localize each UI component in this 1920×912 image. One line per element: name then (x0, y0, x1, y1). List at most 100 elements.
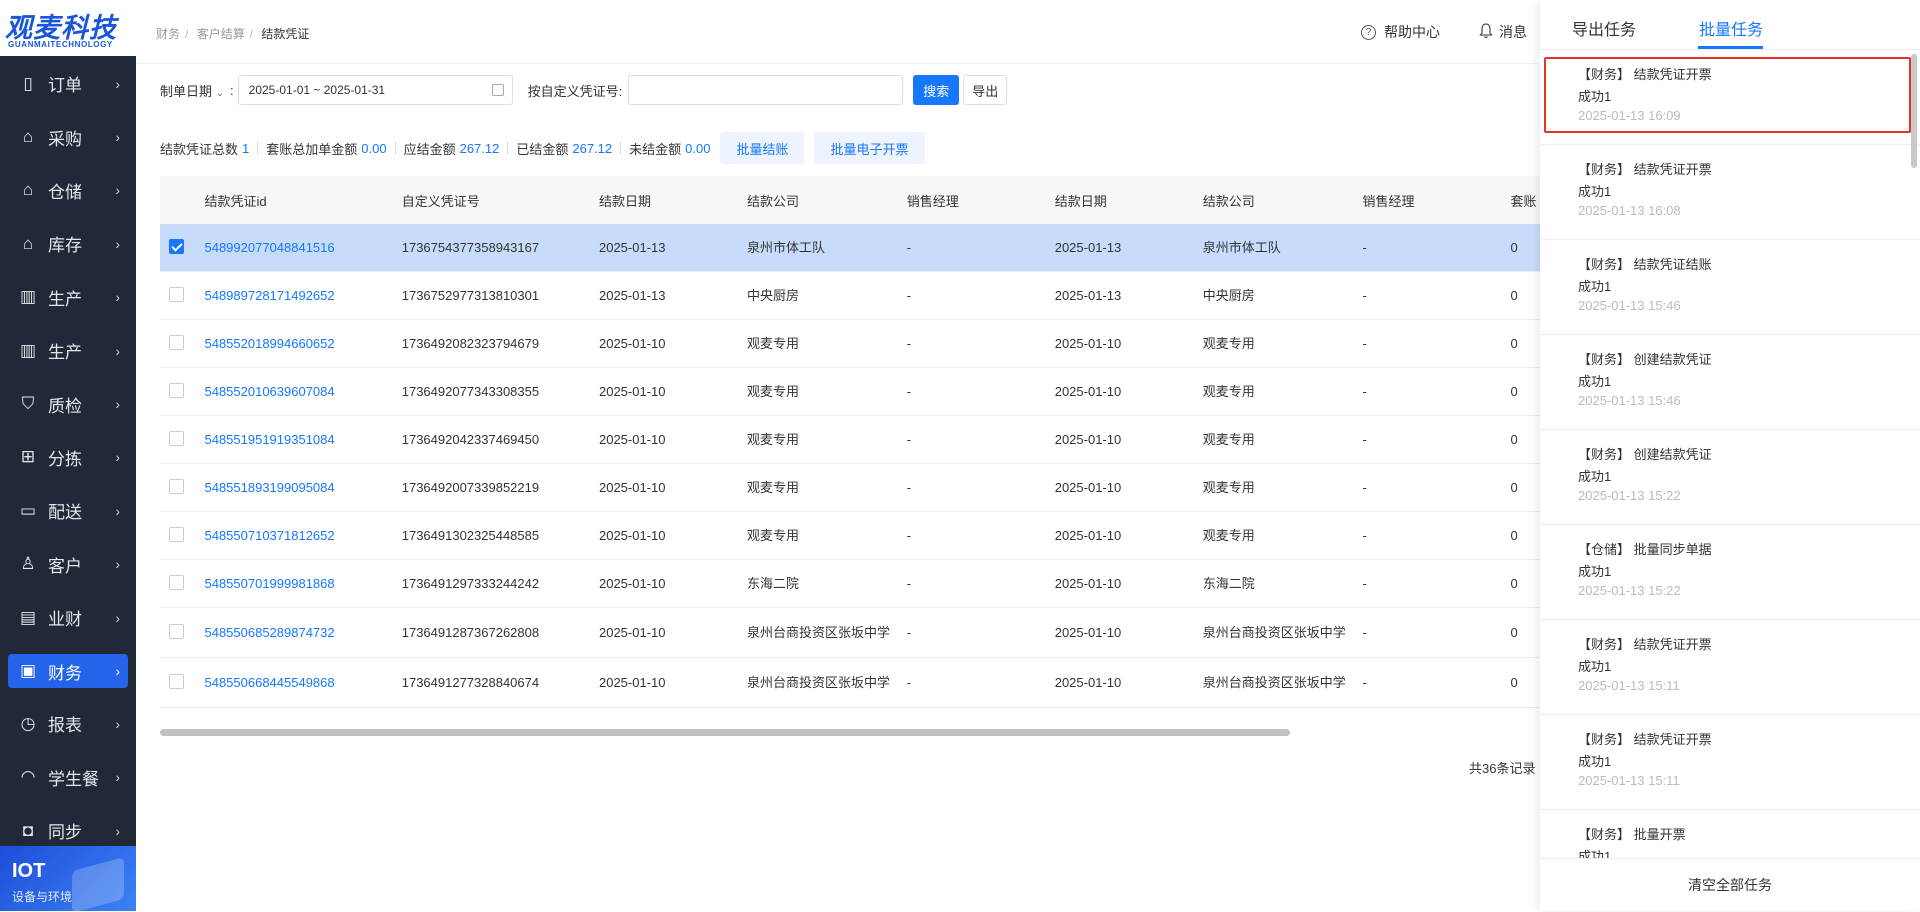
col-header: 销售经理 (906, 193, 959, 209)
row-checkbox[interactable] (169, 382, 184, 398)
settle-date: 2025-01-10 (1054, 576, 1122, 591)
due-label: 应结金额 (403, 141, 456, 157)
row-checkbox[interactable] (169, 574, 184, 590)
task-title: 【财务】 结款凭证结账 (1578, 257, 1712, 272)
help-label: 帮助中心 (1384, 24, 1440, 40)
iot-banner[interactable]: IOT 设备与环境 (0, 846, 136, 911)
task-item[interactable]: 【财务】 结款凭证开票 成功1 2025-01-13 16:08 (1540, 145, 1920, 240)
row-checkbox[interactable] (169, 478, 184, 494)
sidebar-item-label: 生产 (48, 289, 82, 309)
sidebar-item-0[interactable]: ▯ 订单 › (0, 57, 136, 110)
row-checkbox[interactable] (169, 286, 184, 302)
sidebar-item-12[interactable]: ◷ 报表 › (0, 697, 136, 750)
sidebar-item-6[interactable]: ⛉ 质检 › (0, 377, 136, 430)
table-row[interactable]: 548550701999981868 1736491297333244242 202… (160, 560, 1540, 608)
tab-export-tasks[interactable]: 导出任务 (1572, 16, 1636, 40)
row-checkbox[interactable] (169, 526, 184, 542)
table-row[interactable]: 548552018994660652 1736492082323794679 202… (160, 320, 1540, 368)
task-item[interactable]: 【财务】 创建结款凭证 成功1 2025-01-13 15:22 (1540, 430, 1920, 525)
task-item[interactable]: 【财务】 批量开票 成功1 (1540, 810, 1920, 858)
batch-settle-button[interactable]: 批量结账 (720, 132, 805, 164)
sidebar-item-9[interactable]: ♙ 客户 › (0, 538, 136, 591)
voucher-id-link[interactable]: 548551951919351084 (204, 432, 391, 447)
voucher-id-link[interactable]: 548552018994660652 (204, 336, 391, 351)
table-row[interactable]: 548992077048841516 1736754377358943167 202… (160, 224, 1540, 272)
task-list-scrollbar[interactable] (1911, 54, 1917, 168)
table-row[interactable]: 548551951919351084 1736492042337469450 202… (160, 416, 1540, 464)
breadcrumb-item[interactable]: 客户结算 (197, 27, 245, 41)
sidebar-item-1[interactable]: ⌂ 采购 › (0, 110, 136, 163)
chevron-right-icon: › (115, 342, 120, 359)
sidebar-item-10[interactable]: ▤ 业财 › (0, 591, 136, 644)
voucher-id-link[interactable]: 548550701999981868 (204, 576, 391, 591)
messages-link[interactable]: 消息 (1479, 22, 1527, 42)
task-item[interactable]: 【财务】 结款凭证开票 成功1 2025-01-13 15:11 (1540, 715, 1920, 810)
row-checkbox[interactable] (169, 623, 184, 639)
table-row[interactable]: 548551893199095084 1736492007339852219 202… (160, 464, 1540, 512)
chevron-right-icon: › (115, 235, 120, 252)
sidebar-item-7[interactable]: ⊞ 分拣 › (0, 431, 136, 484)
export-button[interactable]: 导出 (963, 75, 1008, 105)
sidebar-item-3[interactable]: ⌂ 库存 › (0, 217, 136, 270)
sidebar-item-4[interactable]: ▥ 生产 › (0, 271, 136, 324)
help-center-link[interactable]: ? 帮助中心 (1361, 22, 1440, 42)
due-value: 267.12 (459, 140, 500, 156)
row-checkbox[interactable] (169, 673, 184, 689)
iot-subtitle: 设备与环境 (12, 890, 73, 904)
task-item[interactable]: 【财务】 结款凭证开票 成功1 2025-01-13 15:11 (1540, 620, 1920, 715)
sidebar-item-label: 业财 (48, 610, 82, 630)
sidebar-item-11[interactable]: ▣ 财务 › (8, 654, 128, 689)
table-row[interactable]: 548550685289874732 1736491287367262808 202… (160, 608, 1540, 658)
task-item[interactable]: 【仓储】 批量同步单据 成功1 2025-01-13 15:22 (1540, 525, 1920, 620)
settle-date: 2025-01-13 (1054, 240, 1122, 255)
row-checkbox[interactable] (169, 430, 184, 446)
tab-batch-tasks[interactable]: 批量任务 (1699, 16, 1763, 40)
addon-amount: 0 (1510, 240, 1518, 255)
task-time: 2025-01-13 16:09 (1578, 108, 1681, 123)
voucher-id-link[interactable]: 548550710371812652 (204, 528, 391, 543)
voucher-id-link[interactable]: 548552010639607084 (204, 384, 391, 399)
settle-company: 观麦专用 (1202, 431, 1255, 447)
addon-amount: 0 (1510, 384, 1518, 399)
settle-date: 2025-01-13 (1054, 288, 1122, 303)
breadcrumb-item[interactable]: 财务 (156, 27, 180, 41)
voucher-id-link[interactable]: 548989728171492652 (204, 288, 391, 303)
voucher-id-link[interactable]: 548550668445549868 (204, 675, 391, 690)
table-row[interactable]: 548550668445549868 1736491277328840674 202… (160, 658, 1540, 708)
sync-icon: ◘ (22, 820, 34, 840)
voucher-id-link[interactable]: 548992077048841516 (204, 240, 391, 255)
sidebar-item-5[interactable]: ▥ 生产 › (0, 324, 136, 377)
table-row[interactable]: 548552010639607084 1736492077343308355 202… (160, 368, 1540, 416)
sidebar-item-2[interactable]: ⌂ 仓储 › (0, 164, 136, 217)
task-item[interactable]: 【财务】 结款凭证开票 成功1 2025-01-13 16:09 (1540, 50, 1920, 145)
row-checkbox[interactable] (169, 334, 184, 350)
task-item[interactable]: 【财务】 创建结款凭证 成功1 2025-01-13 15:46 (1540, 335, 1920, 430)
chevron-right-icon: › (115, 75, 120, 92)
date-type-select[interactable]: 制单日期 ⌄ (160, 81, 224, 100)
row-checkbox[interactable] (169, 238, 184, 254)
custom-voucher-input[interactable] (628, 75, 904, 105)
task-status: 成功1 (1578, 754, 1612, 769)
sidebar-item-label: 质检 (48, 396, 82, 416)
brand-logo[interactable]: 观麦科技 GUANMAITECHNOLOGY (0, 0, 136, 56)
sidebar-item-13[interactable]: ◠ 学生餐 › (0, 751, 136, 804)
batch-invoice-button[interactable]: 批量电子开票 (814, 132, 925, 164)
date-range-picker[interactable]: 2025-01-01 ~ 2025-01-31 (237, 75, 513, 105)
table-row[interactable]: 548550710371812652 1736491302325448585 202… (160, 512, 1540, 560)
voucher-id-link[interactable]: 548551893199095084 (204, 480, 391, 495)
search-button[interactable]: 搜索 (913, 75, 960, 105)
sidebar-item-8[interactable]: ▭ 配送 › (0, 484, 136, 537)
help-icon: ? (1361, 24, 1376, 40)
chevron-right-icon: › (115, 609, 120, 626)
messages-label: 消息 (1499, 24, 1527, 40)
voucher-id-link[interactable]: 548550685289874732 (204, 625, 391, 640)
table-horizontal-scrollbar[interactable] (160, 729, 1290, 736)
settle-date: 2025-01-13 (598, 240, 666, 255)
task-item[interactable]: 【财务】 结款凭证结账 成功1 2025-01-13 15:46 (1540, 240, 1920, 335)
record-count: 共36条记录 (1469, 761, 1536, 776)
col-header: 自定义凭证号 (401, 193, 480, 209)
table-row[interactable]: 548989728171492652 1736752977313810301 202… (160, 272, 1540, 320)
settle-company: 东海二院 (746, 575, 799, 591)
clear-all-tasks-button[interactable]: 清空全部任务 (1540, 858, 1920, 911)
task-time: 2025-01-13 15:11 (1578, 678, 1680, 693)
